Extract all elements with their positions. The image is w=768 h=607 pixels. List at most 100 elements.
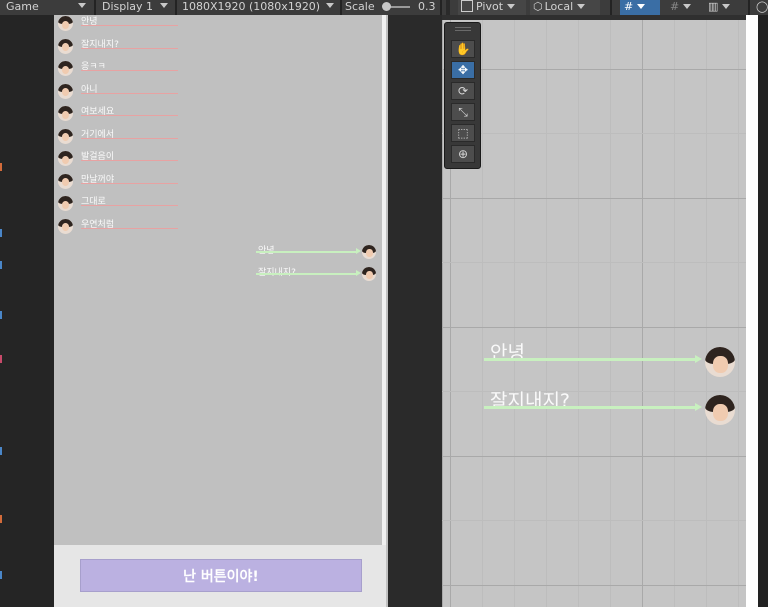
- avatar: [705, 347, 735, 377]
- scene-grid-line: [442, 198, 768, 199]
- scene-message-line: [484, 358, 696, 361]
- space-toggle[interactable]: ⬡ Local: [530, 0, 600, 15]
- avatar: [362, 245, 376, 259]
- scene-message-item[interactable]: 안녕: [484, 338, 738, 377]
- left-message-item: 아니: [58, 83, 183, 102]
- scale-tool-icon: ⤡: [458, 104, 468, 119]
- rect-tool-button[interactable]: ⬚: [451, 124, 475, 142]
- scene-grid-line-minor: [442, 133, 768, 134]
- scene-view-top-bar: [442, 15, 768, 20]
- marker: [0, 571, 2, 579]
- marker: [0, 311, 2, 319]
- resolution-chevron-icon[interactable]: [326, 3, 334, 8]
- scale-value: 0.3: [418, 0, 436, 13]
- grid-snap-icon: #: [624, 0, 634, 13]
- scene-grid-line: [442, 585, 768, 586]
- left-message-item: 응ㅋㅋ: [58, 61, 183, 79]
- pivot-label: Pivot: [476, 0, 504, 13]
- marker: [0, 163, 2, 171]
- resolution-dropdown[interactable]: 1080X1920 (1080x1920): [182, 0, 320, 15]
- scale-slider-handle[interactable]: [382, 2, 391, 11]
- toolbar-overflow[interactable]: ◯: [756, 0, 768, 15]
- game-view-edge: [382, 15, 386, 545]
- left-message-item: 발걸음이: [58, 151, 183, 169]
- scene-grid-line-minor: [482, 15, 483, 607]
- ruler-icon: ▥: [708, 0, 719, 13]
- right-message-item: 잘지내지?: [256, 266, 380, 284]
- display-chevron-icon[interactable]: [160, 3, 168, 8]
- grid-visibility-chevron-icon: [683, 4, 692, 9]
- marker: [0, 515, 2, 523]
- scene-view[interactable]: [442, 15, 768, 607]
- right-message-text: 잘지내지?: [258, 265, 296, 278]
- transform-tool-button[interactable]: ⊕: [451, 145, 475, 163]
- toolbar-separator: [440, 0, 442, 15]
- scene-grid-line-minor: [442, 520, 768, 521]
- left-message-item: 그대로: [58, 196, 183, 214]
- marker: [0, 447, 2, 455]
- circle-icon: ◯: [756, 0, 768, 13]
- toolbar-separator: [610, 0, 612, 15]
- rotate-tool-button[interactable]: ⟳: [451, 82, 475, 100]
- toolbar-separator: [94, 0, 96, 15]
- main-button[interactable]: 난 버튼이야!: [80, 559, 362, 592]
- rect-tool-icon: ⬚: [457, 126, 469, 140]
- pivot-toggle[interactable]: Pivot: [458, 0, 526, 15]
- grid-visibility-button[interactable]: #: [666, 0, 700, 15]
- left-message-underline: [81, 92, 178, 94]
- increment-snap-chevron-icon: [722, 4, 731, 9]
- rotate-tool-icon: ⟳: [457, 84, 469, 98]
- left-message-underline: [81, 47, 178, 49]
- panel-divider: [388, 15, 442, 607]
- avatar: [705, 395, 735, 425]
- avatar: [58, 83, 73, 99]
- space-label: Local: [544, 0, 574, 13]
- scene-message-item[interactable]: 잘지내지?: [484, 386, 738, 425]
- left-message-item: 거기에서: [58, 128, 183, 147]
- game-tab-chevron-icon[interactable]: [78, 3, 86, 8]
- scene-grid-line-minor: [674, 15, 675, 607]
- avatar: [58, 16, 73, 31]
- game-tab-label: Game: [6, 0, 39, 13]
- left-message-item: 여보세요: [58, 106, 183, 124]
- scene-grid-line: [442, 456, 768, 457]
- left-message-underline: [81, 205, 178, 206]
- transform-tool-icon: ⊕: [457, 147, 469, 161]
- scene-grid-line-minor: [738, 15, 739, 607]
- marker: [0, 261, 2, 269]
- avatar: [58, 151, 73, 166]
- scene-grid-line-minor: [514, 15, 515, 607]
- hand-tool-button[interactable]: ✋: [451, 40, 475, 58]
- display-label: Display 1: [102, 0, 154, 13]
- left-message-item: 만날꺼야: [58, 173, 183, 192]
- scene-grid-line-minor: [546, 15, 547, 607]
- left-message-underline: [81, 137, 178, 139]
- avatar: [58, 106, 73, 121]
- grid-icon: #: [670, 0, 680, 13]
- left-message-underline: [81, 160, 178, 161]
- marker: [0, 355, 2, 363]
- left-message-underline: [81, 25, 178, 26]
- left-message-underline: [81, 70, 178, 71]
- pivot-icon: [461, 0, 473, 12]
- avatar: [58, 61, 73, 76]
- scale-label: Scale: [345, 0, 375, 13]
- display-dropdown[interactable]: Display 1: [102, 0, 153, 15]
- game-tab-dropdown[interactable]: Game: [6, 0, 39, 15]
- tool-palette: ✋ ✥ ⟳ ⤡ ⬚ ⊕: [444, 22, 481, 169]
- pivot-chevron-icon: [507, 4, 516, 9]
- avatar: [58, 196, 73, 211]
- scale-tool-button[interactable]: ⤡: [451, 103, 475, 121]
- scene-grid-line: [642, 15, 643, 607]
- grid-snap-button[interactable]: #: [620, 0, 660, 15]
- left-message-underline: [81, 115, 178, 116]
- left-message-item: 안녕: [58, 16, 183, 34]
- hand-tool-icon: ✋: [455, 42, 471, 56]
- left-panel-strip: [0, 15, 54, 607]
- right-message-line: [256, 273, 356, 275]
- scene-message-line: [484, 406, 696, 409]
- scene-grid-line-minor: [578, 15, 579, 607]
- increment-snap-button[interactable]: ▥: [704, 0, 740, 15]
- move-tool-button[interactable]: ✥: [451, 61, 475, 79]
- palette-grip-icon[interactable]: [455, 27, 471, 28]
